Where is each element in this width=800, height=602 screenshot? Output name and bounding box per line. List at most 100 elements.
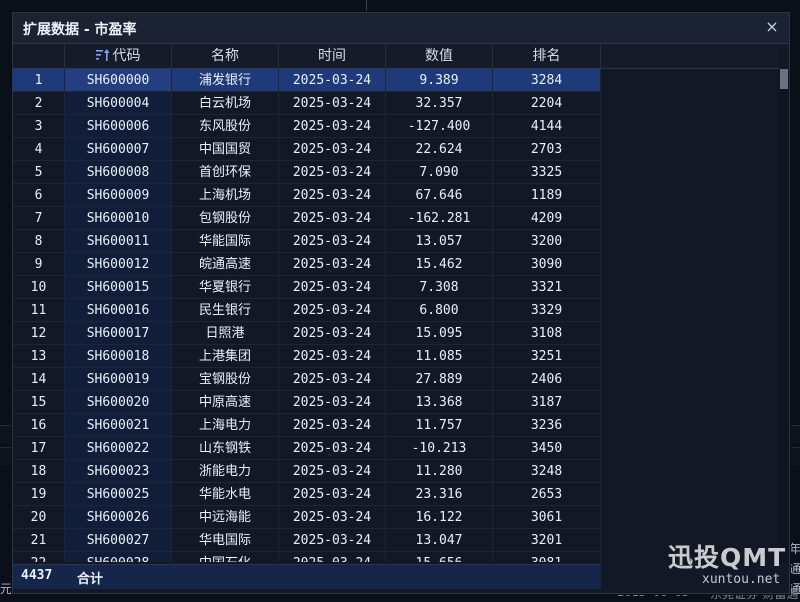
cell-code: SH600007 — [65, 138, 172, 161]
cell-value: 7.308 — [386, 276, 493, 299]
cell-value: 11.280 — [386, 460, 493, 483]
table-row[interactable]: 20 SH600026 中远海能 2025-03-24 16.122 3061 — [13, 506, 601, 529]
table-row[interactable]: 12 SH600017 日照港 2025-03-24 15.095 3108 — [13, 322, 601, 345]
cell-value: 15.095 — [386, 322, 493, 345]
cell-value: 9.389 — [386, 69, 493, 92]
table-row[interactable]: 19 SH600025 华能水电 2025-03-24 23.316 2653 — [13, 483, 601, 506]
scrollbar-thumb[interactable] — [780, 69, 788, 89]
cell-value: 27.889 — [386, 368, 493, 391]
cell-code: SH600018 — [65, 345, 172, 368]
cell-time: 2025-03-24 — [279, 92, 386, 115]
table-row[interactable]: 2 SH600004 白云机场 2025-03-24 32.357 2204 — [13, 92, 601, 115]
cell-index: 18 — [13, 460, 65, 483]
cell-name: 皖通高速 — [172, 253, 279, 276]
cell-time: 2025-03-24 — [279, 414, 386, 437]
cell-name: 华能国际 — [172, 230, 279, 253]
cell-index: 19 — [13, 483, 65, 506]
cell-index: 12 — [13, 322, 65, 345]
cell-rank: 3321 — [493, 276, 601, 299]
table-row[interactable]: 18 SH600023 浙能电力 2025-03-24 11.280 3248 — [13, 460, 601, 483]
cell-code: SH600008 — [65, 161, 172, 184]
table-row[interactable]: 14 SH600019 宝钢股份 2025-03-24 27.889 2406 — [13, 368, 601, 391]
table-row[interactable]: 5 SH600008 首创环保 2025-03-24 7.090 3325 — [13, 161, 601, 184]
sort-icon — [95, 49, 110, 61]
cell-time: 2025-03-24 — [279, 529, 386, 552]
watermark-logo: 迅投QMT — [668, 543, 787, 572]
table-row[interactable]: 11 SH600016 民生银行 2025-03-24 6.800 3329 — [13, 299, 601, 322]
table-row[interactable]: 16 SH600021 上海电力 2025-03-24 11.757 3236 — [13, 414, 601, 437]
watermark-url: xuntou.net — [702, 572, 781, 587]
cell-name: 上海机场 — [172, 184, 279, 207]
cell-value: 23.316 — [386, 483, 493, 506]
background-divider — [366, 0, 367, 12]
cell-value: 11.085 — [386, 345, 493, 368]
cell-index: 5 — [13, 161, 65, 184]
cell-rank: 3450 — [493, 437, 601, 460]
column-header-code[interactable]: 代码 — [65, 44, 172, 68]
cell-rank: 3284 — [493, 69, 601, 92]
cell-code: SH600022 — [65, 437, 172, 460]
column-header-rank[interactable]: 排名 — [493, 44, 601, 68]
table-row[interactable]: 13 SH600018 上港集团 2025-03-24 11.085 3251 — [13, 345, 601, 368]
cell-name: 华电国际 — [172, 529, 279, 552]
cell-index: 11 — [13, 299, 65, 322]
cell-code: SH600000 — [65, 69, 172, 92]
cell-value: 13.057 — [386, 230, 493, 253]
table-footer: 4437 合计 — [13, 564, 601, 589]
cell-rank: 4144 — [493, 115, 601, 138]
cell-rank: 3081 — [493, 552, 601, 562]
cell-index: 1 — [13, 69, 65, 92]
cell-index: 22 — [13, 552, 65, 562]
cell-index: 4 — [13, 138, 65, 161]
cell-rank: 3061 — [493, 506, 601, 529]
column-header-value[interactable]: 数值 — [386, 44, 493, 68]
table-row[interactable]: 10 SH600015 华夏银行 2025-03-24 7.308 3321 — [13, 276, 601, 299]
cell-rank: 2204 — [493, 92, 601, 115]
cell-value: 15.462 — [386, 253, 493, 276]
table-row[interactable]: 21 SH600027 华电国际 2025-03-24 13.047 3201 — [13, 529, 601, 552]
cell-name: 白云机场 — [172, 92, 279, 115]
close-icon[interactable]: × — [763, 17, 781, 37]
table-row[interactable]: 7 SH600010 包钢股份 2025-03-24 -162.281 4209 — [13, 207, 601, 230]
cell-time: 2025-03-24 — [279, 322, 386, 345]
table-body: 1 SH600000 浦发银行 2025-03-24 9.389 3284 2 SH60000… — [13, 69, 779, 562]
cell-index: 8 — [13, 230, 65, 253]
table-row[interactable]: 3 SH600006 东风股份 2025-03-24 -127.400 4144 — [13, 115, 601, 138]
table-row[interactable]: 1 SH600000 浦发银行 2025-03-24 9.389 3284 — [13, 69, 601, 92]
cell-code: SH600021 — [65, 414, 172, 437]
cell-value: 11.757 — [386, 414, 493, 437]
column-header-time[interactable]: 时间 — [279, 44, 386, 68]
cell-name: 民生银行 — [172, 299, 279, 322]
cell-code: SH600026 — [65, 506, 172, 529]
table-row[interactable]: 9 SH600012 皖通高速 2025-03-24 15.462 3090 — [13, 253, 601, 276]
cell-name: 浙能电力 — [172, 460, 279, 483]
cell-time: 2025-03-24 — [279, 460, 386, 483]
vertical-scrollbar[interactable] — [779, 69, 789, 562]
table-row[interactable]: 6 SH600009 上海机场 2025-03-24 67.646 1189 — [13, 184, 601, 207]
dialog-titlebar[interactable]: 扩展数据 - 市盈率 × — [13, 13, 789, 44]
column-header-code-label: 代码 — [112, 48, 141, 64]
cell-time: 2025-03-24 — [279, 552, 386, 562]
cell-rank: 3108 — [493, 322, 601, 345]
column-header-name[interactable]: 名称 — [172, 44, 279, 68]
table-row[interactable]: 15 SH600020 中原高速 2025-03-24 13.368 3187 — [13, 391, 601, 414]
cell-code: SH600020 — [65, 391, 172, 414]
cell-rank: 3251 — [493, 345, 601, 368]
table-row[interactable]: 4 SH600007 中国国贸 2025-03-24 22.624 2703 — [13, 138, 601, 161]
cell-time: 2025-03-24 — [279, 161, 386, 184]
cell-rank: 3325 — [493, 161, 601, 184]
table-row[interactable]: 8 SH600011 华能国际 2025-03-24 13.057 3200 — [13, 230, 601, 253]
cell-code: SH600023 — [65, 460, 172, 483]
cell-rank: 4209 — [493, 207, 601, 230]
table-row[interactable]: 22SH600028中国石化2025-03-2415.6563081 — [13, 552, 601, 562]
cell-index: 7 — [13, 207, 65, 230]
cell-time: 2025-03-24 — [279, 253, 386, 276]
cell-time: 2025-03-24 — [279, 391, 386, 414]
cell-code: SH600017 — [65, 322, 172, 345]
cell-value: 13.368 — [386, 391, 493, 414]
cell-name: 浦发银行 — [172, 69, 279, 92]
cell-index: 16 — [13, 414, 65, 437]
table-row[interactable]: 17 SH600022 山东钢铁 2025-03-24 -10.213 3450 — [13, 437, 601, 460]
cell-name: 日照港 — [172, 322, 279, 345]
cell-value: 15.656 — [386, 552, 493, 562]
